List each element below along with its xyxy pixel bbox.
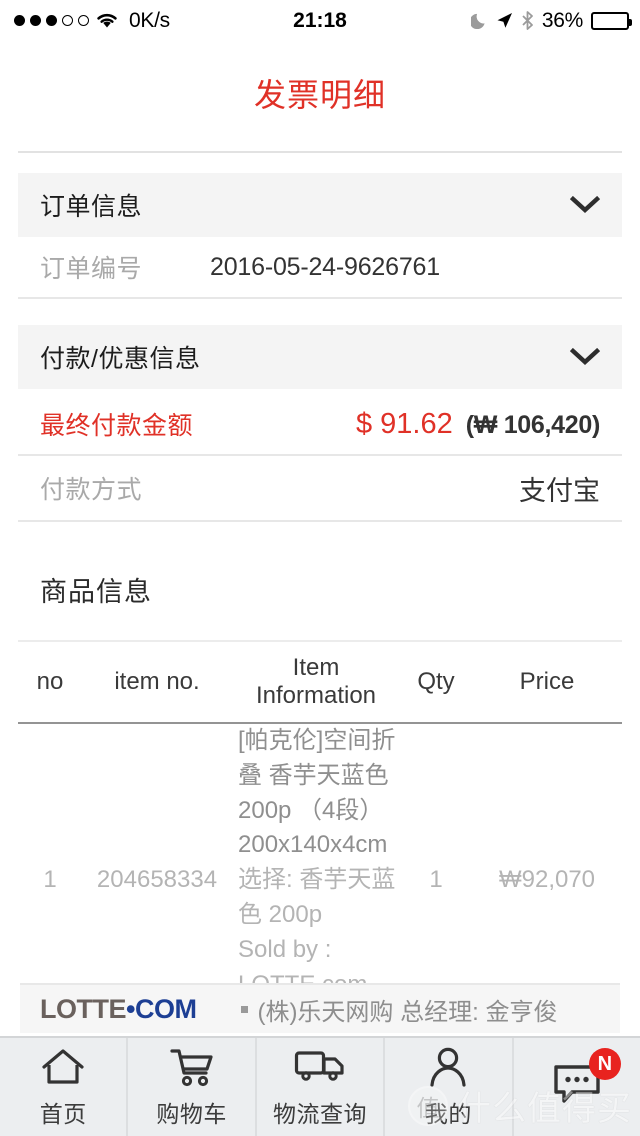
truck-icon [294,1046,346,1088]
final-payment-value: $ 91.62 (₩ 106,420) [356,408,600,441]
lotte-logo-primary: LOTTE [40,993,127,1024]
section-header-order-label: 订单信息 [40,193,143,221]
user-icon [427,1046,469,1088]
payment-method-value: 支付宝 [519,475,600,506]
cell-item-no: 204658334 [96,866,218,894]
final-amount-krw: (₩ 106,420) [465,410,601,439]
cell-row-no: 1 [43,866,57,894]
status-bar: 0K/s 21:18 36% [0,0,640,41]
bluetooth-icon [521,11,534,30]
nav-item-cart[interactable]: 购物车 [128,1038,257,1136]
section-header-payment-label: 付款/优惠信息 [40,345,201,373]
title-divider [18,151,622,153]
nav-item-messages[interactable]: N [514,1038,640,1136]
app-screen: 0K/s 21:18 36% 发票明细 订单信息 订单编号 2016-05-24… [0,0,640,1136]
section-header-order[interactable]: 订单信息 [18,173,622,237]
nav-label-logistics: 物流查询 [273,1100,368,1127]
nav-label-mine: 我的 [424,1100,472,1127]
message-badge: N [588,1048,621,1080]
page-title: 发票明细 [253,77,386,113]
product-table: no item no. Item Information Qty Price 1… [18,640,622,1040]
lotte-footer: LOTTE•COM (株)乐天网购 总经理: 金亨俊 [20,983,620,1033]
order-number-label: 订单编号 [40,255,143,283]
nav-label-cart: 购物车 [156,1100,227,1127]
column-header-no: no [36,667,64,695]
column-header-qty: Qty [417,667,455,695]
final-payment-label: 最终付款金额 [40,412,194,440]
column-header-price: Price [519,667,575,695]
order-number-value: 2016-05-24-9626761 [210,252,440,281]
product-option: 选择: 香芋天蓝色 200p [238,866,396,928]
lotte-company-info: (株)乐天网购 总经理: 金亨俊 [241,992,557,1027]
order-number-row: 订单编号 2016-05-24-9626761 [18,237,622,299]
shopping-cart-icon [168,1046,216,1088]
battery-percent: 36% [541,8,583,32]
column-header-item-no: item no. [114,667,200,695]
cell-qty: 1 [429,866,443,894]
lotte-logo-secondary: •COM [126,993,197,1024]
payment-method-label: 付款方式 [40,476,143,504]
nav-item-mine[interactable]: 我的 [385,1038,514,1136]
nav-item-logistics[interactable]: 物流查询 [257,1038,386,1136]
home-icon [41,1046,85,1088]
chevron-down-icon[interactable] [569,347,601,366]
product-table-header: no item no. Item Information Qty Price [18,640,622,724]
bottom-navigation: 首页 购物车 物流查询 我的 N [0,1036,640,1136]
battery-icon [591,11,632,30]
status-bar-right: 36% [469,8,632,33]
section-header-payment[interactable]: 付款/优惠信息 [18,325,622,389]
location-arrow-icon [496,12,513,29]
nav-item-home[interactable]: 首页 [0,1038,129,1136]
nav-label-home: 首页 [39,1100,87,1127]
square-bullet-icon [241,1005,249,1013]
product-name: [帕克伦]空间折叠 香芋天蓝色 200p （4段）200x140x4cm [238,727,396,859]
lotte-logo: LOTTE•COM [40,993,197,1025]
lotte-company-text: (株)乐天网购 总经理: 金亨俊 [257,998,558,1026]
payment-method-row: 付款方式 支付宝 [18,456,622,522]
product-section-title: 商品信息 [40,577,152,607]
column-header-item-information: Item Information [255,653,377,709]
chevron-down-icon[interactable] [569,195,601,214]
moon-icon [469,12,488,30]
cell-price: ₩92,070 [498,866,596,894]
final-payment-row: 最终付款金额 $ 91.62 (₩ 106,420) [18,394,622,456]
final-amount-usd: $ 91.62 [355,407,453,440]
